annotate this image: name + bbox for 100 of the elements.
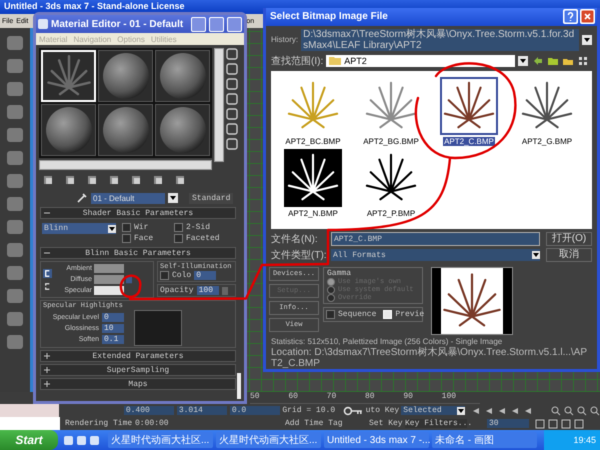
go-end-icon[interactable] bbox=[522, 406, 533, 414]
frame-number: 60 bbox=[288, 392, 299, 403]
viewport-nav-icon[interactable] bbox=[550, 406, 561, 416]
tool-icon[interactable] bbox=[7, 220, 23, 234]
file-name[interactable]: APT2_G.BMP bbox=[520, 136, 574, 146]
rollout-header[interactable]: Blinn Basic Parameters bbox=[40, 247, 236, 259]
lock-icon[interactable] bbox=[43, 268, 52, 278]
spinner-field[interactable]: 10 bbox=[102, 324, 124, 332]
viewport-nav-icon[interactable] bbox=[590, 406, 600, 416]
tool-icon[interactable] bbox=[7, 335, 23, 349]
rollout-header[interactable]: Maps bbox=[40, 378, 236, 390]
file-name[interactable]: APT2_C.BMP bbox=[443, 136, 495, 146]
leaf-thumbnail[interactable] bbox=[284, 148, 342, 207]
close-button[interactable] bbox=[227, 16, 242, 32]
key-icon[interactable] bbox=[342, 406, 363, 416]
play-icon[interactable] bbox=[496, 406, 507, 414]
scrollbar-thumb[interactable] bbox=[237, 373, 241, 399]
dropdown-arrow-icon[interactable] bbox=[168, 193, 178, 203]
help-icon[interactable] bbox=[563, 9, 578, 24]
group-title: Gamma bbox=[327, 269, 352, 278]
frame-field[interactable]: 30 bbox=[487, 419, 529, 428]
spinner-field[interactable]: 0 bbox=[102, 312, 124, 322]
up-folder-icon[interactable] bbox=[548, 56, 558, 66]
start-button[interactable]: Start bbox=[0, 430, 58, 450]
eyedropper-icon[interactable] bbox=[76, 192, 88, 204]
auto-key-button[interactable]: uto Key bbox=[366, 406, 402, 415]
spinner-field[interactable]: 0.1 bbox=[102, 334, 124, 344]
frame-number: 70 bbox=[326, 392, 338, 403]
next-frame-icon[interactable] bbox=[510, 406, 520, 414]
file-name[interactable]: APT2_P.BMP bbox=[366, 208, 416, 218]
dropdown-arrow-icon[interactable] bbox=[532, 251, 540, 259]
horizontal-scrollbar[interactable] bbox=[39, 160, 212, 170]
tool-icon[interactable] bbox=[7, 243, 23, 257]
checkbox[interactable] bbox=[174, 223, 183, 232]
file-name-field[interactable]: APT2_C.BMP bbox=[331, 232, 540, 246]
folder-dropdown[interactable]: APT2 bbox=[326, 54, 516, 67]
frame-number: 100 bbox=[442, 392, 458, 403]
vertical-scrollbar[interactable] bbox=[214, 48, 224, 162]
coordinate-field[interactable]: 3.014 bbox=[176, 406, 227, 415]
color-swatch[interactable] bbox=[94, 286, 124, 295]
taskbar-item[interactable]: 火星时代动画大社区... bbox=[216, 432, 321, 448]
checkbox[interactable] bbox=[122, 223, 131, 232]
viewport-nav-icon[interactable] bbox=[564, 406, 574, 416]
back-arrow-icon[interactable] bbox=[533, 56, 544, 66]
taskbar-item[interactable]: 未命名 - 画图 bbox=[432, 432, 537, 448]
taskbar-item[interactable]: Untitled - 3ds max 7 -... bbox=[324, 432, 429, 448]
checkbox[interactable] bbox=[122, 234, 131, 243]
spinner-field[interactable]: 100 bbox=[196, 286, 219, 295]
shader-dropdown[interactable]: Blinn bbox=[42, 223, 116, 234]
minimize-button[interactable] bbox=[191, 16, 206, 32]
history-field[interactable]: D:\3dsmax7\TreeStorm树木风暴\Onyx.Tree.Storm.v5.1.for.3dsMax4\LEAF Library\APT2 bbox=[301, 28, 579, 51]
rollout-header[interactable]: SuperSampling bbox=[40, 364, 236, 376]
key-mode-dropdown[interactable]: Selected bbox=[401, 406, 465, 415]
color-swatch[interactable] bbox=[94, 275, 124, 284]
viewport-nav-icon[interactable] bbox=[576, 406, 587, 416]
window-title: Select Bitmap Image File bbox=[270, 11, 389, 22]
tool-icon[interactable] bbox=[7, 197, 23, 211]
open-button[interactable]: 打开(O) bbox=[546, 232, 592, 246]
maximize-button[interactable] bbox=[209, 16, 224, 32]
cancel-button[interactable]: 取消 bbox=[546, 248, 592, 262]
tool-icon[interactable] bbox=[7, 128, 23, 142]
lock-icon[interactable] bbox=[43, 282, 52, 290]
add-time-tag-button[interactable]: Add Time Tag bbox=[285, 419, 343, 428]
tool-icon[interactable] bbox=[7, 312, 23, 326]
tool-icon[interactable] bbox=[7, 266, 23, 280]
material-name-field[interactable]: 01 - Default bbox=[91, 192, 165, 204]
view-menu-icon[interactable] bbox=[578, 56, 588, 66]
dropdown-arrow-icon[interactable] bbox=[582, 34, 592, 45]
rollout-header[interactable]: Extended Parameters bbox=[40, 350, 236, 362]
spinner-field[interactable]: 0 bbox=[194, 271, 216, 280]
tool-icon[interactable] bbox=[7, 289, 23, 303]
leaf-thumbnail[interactable] bbox=[440, 76, 498, 135]
color-swatch[interactable] bbox=[94, 264, 124, 273]
material-type-button[interactable]: Standard bbox=[189, 192, 234, 204]
taskbar-item[interactable]: 火星时代动画大社区... bbox=[108, 432, 213, 448]
coordinate-field[interactable]: 0.0 bbox=[230, 406, 280, 415]
file-name[interactable]: APT2_N.BMP bbox=[287, 208, 339, 218]
file-name[interactable]: APT2_BC.BMP bbox=[284, 136, 342, 146]
script-listener-area bbox=[0, 417, 60, 430]
file-name[interactable]: APT2_BG.BMP bbox=[362, 136, 420, 146]
rollout-header[interactable]: Shader Basic Parameters bbox=[40, 207, 236, 219]
dropdown-arrow-icon[interactable] bbox=[456, 406, 465, 414]
dropdown-arrow-icon[interactable] bbox=[518, 56, 528, 66]
close-icon[interactable] bbox=[580, 9, 595, 24]
file-type-dropdown[interactable]: All Formats bbox=[331, 249, 540, 261]
tool-icon[interactable] bbox=[7, 82, 23, 96]
frame-number: 80 bbox=[364, 392, 376, 403]
coordinate-field[interactable]: 0.400 bbox=[124, 406, 174, 415]
tool-icon[interactable] bbox=[7, 36, 23, 50]
checkbox[interactable] bbox=[160, 271, 169, 280]
set-key-button[interactable]: Set Key bbox=[369, 419, 405, 428]
tool-icon[interactable] bbox=[7, 174, 23, 188]
tool-icon[interactable] bbox=[7, 151, 23, 165]
checkbox[interactable] bbox=[174, 234, 183, 243]
dropdown-arrow-icon[interactable] bbox=[108, 224, 116, 232]
tool-icon[interactable] bbox=[7, 59, 23, 73]
prev-frame-icon[interactable] bbox=[484, 406, 494, 414]
tool-icon[interactable] bbox=[7, 105, 23, 119]
checkbox[interactable] bbox=[326, 310, 335, 319]
go-start-icon[interactable] bbox=[470, 406, 481, 414]
